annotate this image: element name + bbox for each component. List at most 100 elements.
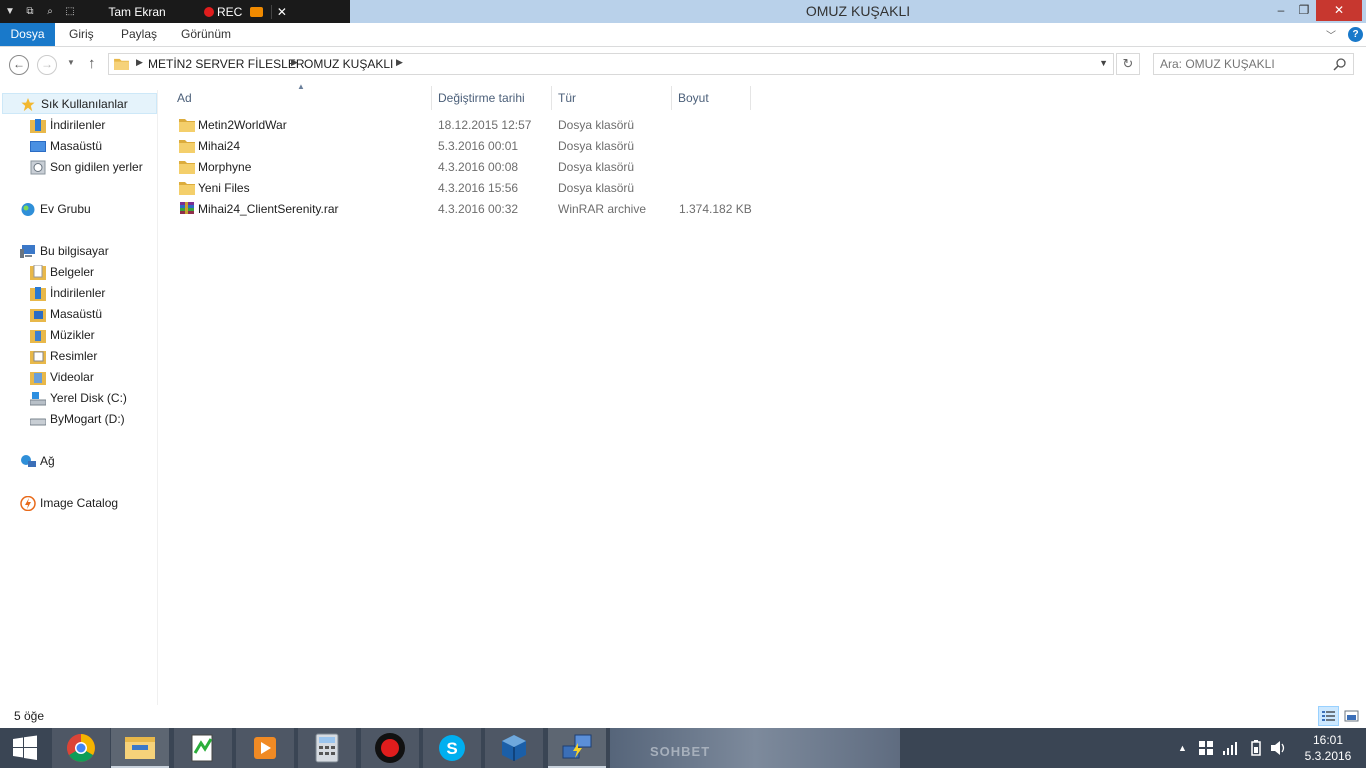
windows-flag-tray-icon[interactable]: [1198, 740, 1214, 756]
skype-taskbar-button[interactable]: S: [423, 728, 481, 768]
breadcrumb-item[interactable]: OMUZ KUŞAKLI: [304, 57, 393, 71]
tab-file[interactable]: Dosya: [0, 23, 55, 46]
sidebar-item-image-catalog[interactable]: Image Catalog: [20, 493, 140, 513]
skype-icon: S: [439, 735, 465, 761]
network-tool-taskbar-button[interactable]: [548, 728, 606, 768]
recorder-mode-label[interactable]: Tam Ekran: [80, 5, 194, 19]
camera-icon[interactable]: [250, 6, 264, 17]
sidebar-item-desktop[interactable]: Masaüstü: [30, 304, 150, 324]
sidebar-item-pictures[interactable]: Resimler: [30, 346, 150, 366]
calculator-icon: [315, 733, 339, 763]
signal-strength-icon[interactable]: [1222, 740, 1238, 756]
address-bar[interactable]: ▶ METİN2 SERVER FİLESLER ▶ OMUZ KUŞAKLI …: [108, 53, 1114, 75]
sidebar-item-downloads[interactable]: İndirilenler: [30, 283, 150, 303]
sidebar-item-label: Bu bilgisayar: [40, 244, 109, 258]
folder-icon: [179, 182, 195, 195]
sidebar-item-documents[interactable]: Belgeler: [30, 262, 150, 282]
search-icon[interactable]: [1333, 57, 1347, 71]
large-icons-view-button[interactable]: [1341, 706, 1362, 726]
windows-logo-icon: [13, 735, 37, 760]
record-dot-icon[interactable]: [204, 6, 214, 17]
start-button[interactable]: [0, 728, 50, 768]
sidebar-item-label: Belgeler: [50, 265, 95, 279]
notepad-plus-taskbar-button[interactable]: [174, 728, 232, 768]
help-icon[interactable]: ?: [1348, 27, 1363, 42]
battery-icon[interactable]: [1250, 740, 1262, 756]
sidebar-item-downloads[interactable]: İndirilenler: [30, 115, 150, 135]
window-mode-icon[interactable]: ⧉: [20, 0, 40, 23]
sidebar-item-desktop[interactable]: Masaüstü: [30, 136, 150, 156]
clock-date: 5.3.2016: [1304, 749, 1352, 763]
file-explorer-taskbar-button[interactable]: [111, 728, 169, 768]
downloads-folder-icon: [30, 119, 46, 133]
recorder-close-icon[interactable]: ✕: [271, 4, 291, 19]
search-input[interactable]: [1160, 56, 1330, 72]
back-button[interactable]: ←: [9, 55, 29, 75]
system-clock[interactable]: 16:01 5.3.2016: [1297, 732, 1359, 764]
show-hidden-icons-icon[interactable]: ▲: [1178, 728, 1187, 768]
notepad-plus-icon: [191, 734, 213, 762]
status-bar: 5 öğe: [0, 705, 1366, 728]
sort-ascending-icon: ▲: [297, 82, 305, 91]
sidebar-item-network[interactable]: Ağ: [20, 451, 140, 471]
network-tool-icon: [562, 734, 592, 759]
pictures-folder-icon: [30, 351, 46, 364]
column-header-date[interactable]: Değiştirme tarihi: [431, 86, 552, 110]
table-row[interactable]: Morphyne 4.3.2016 00:08 Dosya klasörü: [175, 157, 755, 178]
table-row[interactable]: Metin2WorldWar 18.12.2015 12:57 Dosya kl…: [175, 115, 755, 136]
table-row[interactable]: Yeni Files 4.3.2016 15:56 Dosya klasörü: [175, 178, 755, 199]
sidebar-item-homegroup[interactable]: Ev Grubu: [20, 199, 140, 219]
breadcrumb-separator-icon[interactable]: ▶: [136, 57, 143, 68]
media-player-taskbar-button[interactable]: [236, 728, 294, 768]
sidebar-item-recent-places[interactable]: Son gidilen yerler: [30, 157, 155, 177]
volume-icon[interactable]: [1270, 740, 1288, 756]
forward-button[interactable]: →: [37, 55, 57, 75]
desktop-icon: [30, 141, 46, 152]
folder-icon: [179, 119, 195, 132]
system-drive-icon: [30, 392, 46, 406]
search-box[interactable]: [1153, 53, 1354, 75]
table-row[interactable]: Mihai24_ClientSerenity.rar 4.3.2016 00:3…: [175, 199, 755, 220]
sidebar-item-videos[interactable]: Videolar: [30, 367, 150, 387]
minimize-button[interactable]: –: [1268, 0, 1294, 21]
details-view-button[interactable]: [1318, 706, 1339, 726]
screen-recorder-taskbar-button[interactable]: [361, 728, 419, 768]
sidebar-item-local-disk-c[interactable]: Yerel Disk (C:): [30, 388, 150, 408]
refresh-button[interactable]: ↻: [1116, 53, 1140, 75]
address-dropdown-icon[interactable]: ▼: [1099, 58, 1108, 68]
zoom-icon[interactable]: ⌕: [40, 0, 60, 23]
sidebar-item-label: Sık Kullanılanlar: [41, 97, 128, 111]
table-row[interactable]: Mihai24 5.3.2016 00:01 Dosya klasörü: [175, 136, 755, 157]
column-header-size[interactable]: Boyut: [671, 86, 751, 110]
maximize-button[interactable]: ❐: [1294, 0, 1314, 21]
svg-text:S: S: [446, 739, 457, 758]
sidebar-item-drive-d[interactable]: ByMogart (D:): [30, 409, 150, 429]
region-select-icon[interactable]: ⬚: [60, 0, 80, 23]
record-button[interactable]: REC: [217, 5, 242, 19]
file-date: 4.3.2016 15:56: [438, 181, 519, 195]
chrome-taskbar-button[interactable]: [52, 728, 110, 768]
breadcrumb-separator-icon[interactable]: ▶: [291, 57, 298, 68]
breadcrumb-separator-icon[interactable]: ▶: [396, 57, 403, 68]
file-list: Ad ▲ Değiştirme tarihi Tür Boyut Metin2W…: [160, 82, 1366, 705]
expand-ribbon-icon[interactable]: ﹀: [1326, 27, 1336, 42]
menu-dropdown-icon[interactable]: ▼: [0, 0, 20, 23]
tab-view[interactable]: Görünüm: [169, 23, 243, 46]
tab-home[interactable]: Giriş: [57, 23, 106, 46]
recent-locations-icon[interactable]: ▼: [67, 58, 75, 67]
tab-share[interactable]: Paylaş: [109, 23, 169, 46]
sidebar-item-label: Masaüstü: [50, 307, 103, 321]
sidebar-item-this-pc[interactable]: Bu bilgisayar: [20, 241, 140, 261]
close-button[interactable]: ✕: [1316, 0, 1362, 21]
virtualbox-taskbar-button[interactable]: [485, 728, 543, 768]
up-button[interactable]: ↑: [88, 55, 96, 72]
file-name: Yeni Files: [198, 181, 250, 195]
sidebar-item-label: ByMogart (D:): [50, 412, 125, 426]
chat-widget-label[interactable]: SOHBET: [650, 744, 710, 759]
sidebar-item-favorites[interactable]: Sık Kullanılanlar: [2, 93, 157, 114]
column-header-type[interactable]: Tür: [551, 86, 672, 110]
sidebar-item-music[interactable]: Müzikler: [30, 325, 150, 345]
calculator-taskbar-button[interactable]: [298, 728, 356, 768]
item-count: 5 öğe: [14, 709, 45, 723]
breadcrumb-item[interactable]: METİN2 SERVER FİLESLER: [148, 57, 305, 71]
